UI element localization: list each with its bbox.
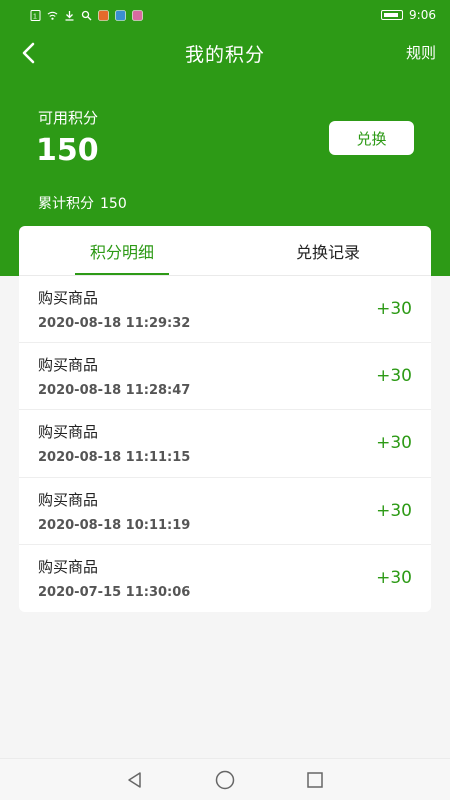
search-icon	[81, 10, 92, 20]
record-delta: +30	[376, 299, 412, 320]
status-time: 9:06	[409, 8, 436, 22]
page-title: 我的积分	[184, 43, 265, 66]
record-time: 2020-08-18 11:11:15	[38, 450, 191, 466]
status-bar: 1 9:06	[0, 0, 450, 30]
record-name: 购买商品	[38, 289, 99, 308]
available-points-value: 150	[36, 133, 99, 168]
list-item[interactable]: 购买商品 2020-08-18 11:11:15 +30	[19, 410, 431, 478]
system-home-button[interactable]	[213, 768, 237, 792]
list-item[interactable]: 购买商品 2020-08-18 11:28:47 +30	[19, 343, 431, 411]
record-time: 2020-08-18 11:28:47	[38, 383, 191, 399]
list-item[interactable]: 购买商品 2020-07-15 11:30:06 +30	[19, 545, 431, 612]
list-item[interactable]: 购买商品 2020-08-18 10:11:19 +30	[19, 478, 431, 545]
system-nav-bar	[0, 758, 450, 800]
available-points-label: 可用积分	[38, 109, 99, 127]
points-record-list: 购买商品 2020-08-18 11:29:32 +30 购买商品 2020-0…	[19, 276, 431, 612]
record-time: 2020-08-18 10:11:19	[38, 517, 191, 533]
system-recents-button[interactable]	[303, 768, 327, 792]
app-notification-icon	[115, 9, 126, 21]
recents-square-icon	[307, 771, 323, 788]
record-delta: +30	[376, 568, 412, 589]
record-name: 购买商品	[38, 490, 99, 509]
battery-icon	[381, 10, 404, 20]
record-name: 购买商品	[38, 558, 99, 577]
sim-icon: 1	[30, 9, 41, 21]
status-right: 9:06	[381, 8, 436, 22]
record-delta: +30	[376, 433, 412, 454]
cumulative-points: 累计积分 150	[38, 193, 127, 213]
back-triangle-icon	[128, 771, 141, 788]
cumulative-points-value: 150	[100, 196, 127, 212]
nav-header: 我的积分 规则	[0, 30, 450, 76]
tab-redeem-history[interactable]: 兑换记录	[225, 226, 431, 275]
record-delta: +30	[376, 366, 412, 387]
app-notification-icon	[98, 9, 109, 21]
record-name: 购买商品	[38, 423, 99, 442]
download-icon	[65, 10, 74, 21]
points-card: 积分明细 兑换记录 购买商品 2020-08-18 11:29:32 +30 购…	[19, 226, 431, 612]
system-back-button[interactable]	[123, 768, 147, 792]
record-time: 2020-07-15 11:30:06	[38, 585, 191, 601]
redeem-button[interactable]: 兑换	[329, 121, 414, 155]
status-icons: 1	[30, 9, 143, 21]
tab-bar: 积分明细 兑换记录	[19, 226, 431, 276]
record-name: 购买商品	[38, 356, 99, 375]
cumulative-points-label: 累计积分	[38, 196, 94, 212]
rules-link[interactable]: 规则	[406, 42, 436, 63]
record-delta: +30	[376, 500, 412, 521]
back-arrow-icon	[22, 42, 35, 64]
list-item[interactable]: 购买商品 2020-08-18 11:29:32 +30	[19, 276, 431, 344]
back-button[interactable]	[14, 38, 44, 68]
app-notification-icon	[132, 9, 143, 21]
svg-text:1: 1	[33, 13, 37, 20]
record-time: 2020-08-18 11:29:32	[38, 316, 191, 332]
tab-points-detail[interactable]: 积分明细	[19, 226, 225, 275]
home-circle-icon	[215, 770, 235, 789]
wifi-icon	[47, 11, 58, 20]
